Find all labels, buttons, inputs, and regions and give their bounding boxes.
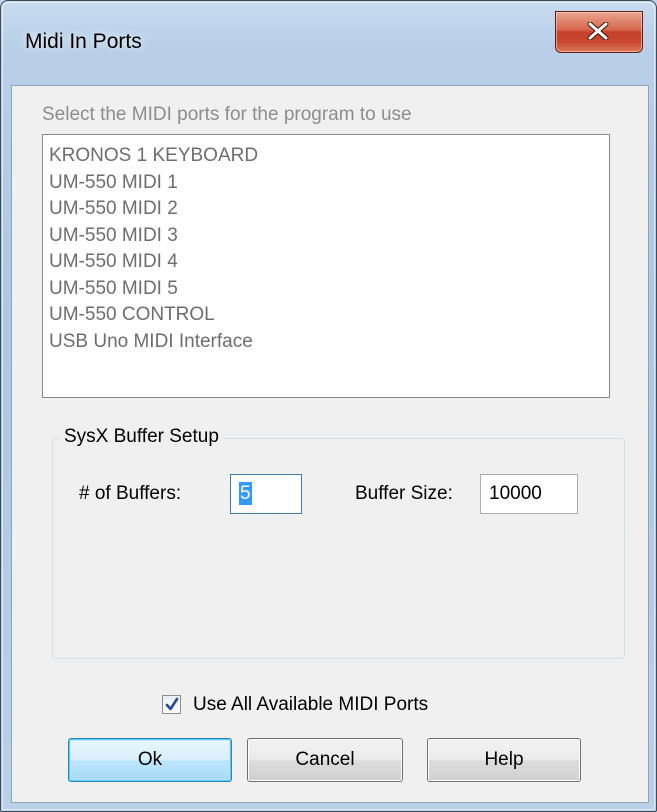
- checkmark-icon: [165, 697, 179, 711]
- window-title: Midi In Ports: [25, 30, 142, 53]
- list-item[interactable]: UM-550 MIDI 2: [49, 196, 609, 223]
- buffer-size-input[interactable]: 10000: [480, 474, 578, 514]
- num-buffers-input[interactable]: 5: [230, 474, 302, 514]
- list-item[interactable]: UM-550 MIDI 4: [49, 249, 609, 276]
- list-item[interactable]: UM-550 MIDI 5: [49, 276, 609, 303]
- num-buffers-value: 5: [239, 482, 252, 505]
- help-button[interactable]: Help: [427, 738, 581, 782]
- sysx-buffer-group: [52, 438, 625, 659]
- num-buffers-label: # of Buffers:: [79, 483, 182, 504]
- list-item[interactable]: UM-550 MIDI 1: [49, 170, 609, 197]
- use-all-ports-label[interactable]: Use All Available MIDI Ports: [193, 694, 428, 716]
- close-button[interactable]: [555, 11, 643, 53]
- cancel-button[interactable]: Cancel: [247, 738, 403, 782]
- use-all-ports-checkbox[interactable]: [162, 695, 181, 714]
- list-item[interactable]: UM-550 CONTROL: [49, 302, 609, 329]
- sysx-group-title: SysX Buffer Setup: [60, 426, 223, 448]
- list-item[interactable]: USB Uno MIDI Interface: [49, 329, 609, 356]
- title-bar[interactable]: Midi In Ports: [1, 1, 656, 85]
- buffer-size-label: Buffer Size:: [355, 483, 453, 504]
- ok-button[interactable]: Ok: [68, 738, 232, 782]
- list-item[interactable]: UM-550 MIDI 3: [49, 223, 609, 250]
- instruction-text: Select the MIDI ports for the program to…: [42, 104, 412, 125]
- midi-port-list[interactable]: KRONOS 1 KEYBOARD UM-550 MIDI 1 UM-550 MID…: [42, 134, 610, 398]
- buffer-size-value: 10000: [489, 483, 542, 504]
- list-item[interactable]: KRONOS 1 KEYBOARD: [49, 143, 609, 170]
- close-x-icon: [587, 22, 609, 40]
